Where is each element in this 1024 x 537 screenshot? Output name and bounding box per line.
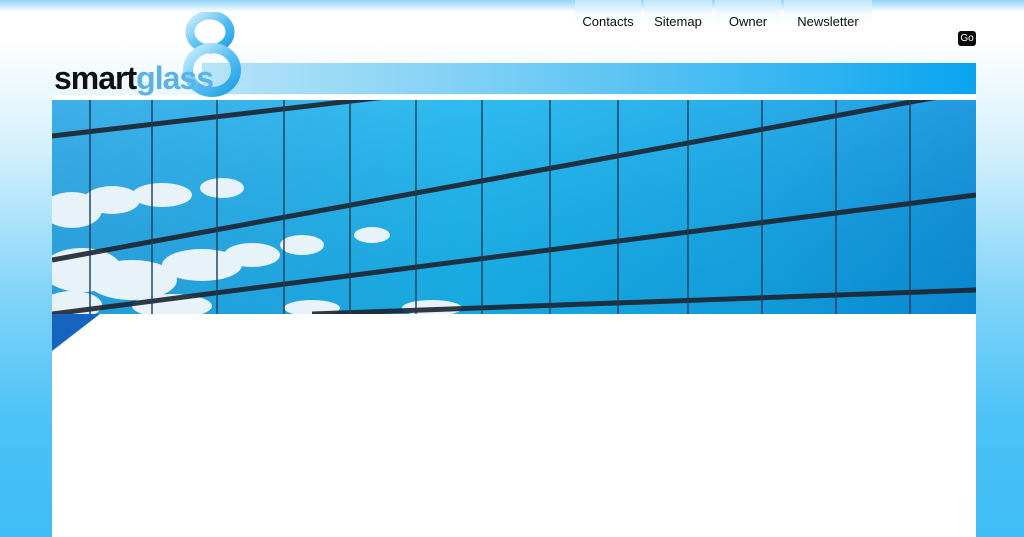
logo-text-glass: glass: [136, 60, 214, 96]
glass-building-facade-image: [52, 100, 976, 314]
nav-item-contacts[interactable]: Contacts: [575, 0, 641, 38]
page-container: smartglass Contacts Sitemap Owner Newsle…: [52, 0, 976, 537]
logo-wordmark: smartglass: [54, 60, 214, 97]
smartglass-logo[interactable]: smartglass: [52, 12, 252, 100]
header-band: [202, 63, 976, 94]
hero-banner: [52, 100, 976, 314]
nav-item-owner[interactable]: Owner: [715, 0, 781, 38]
go-button[interactable]: Go: [958, 31, 976, 46]
top-navigation: Contacts Sitemap Owner Newsletter: [575, 0, 875, 44]
nav-item-sitemap[interactable]: Sitemap: [644, 0, 712, 38]
nav-item-newsletter[interactable]: Newsletter: [784, 0, 872, 38]
logo-text-smart: smart: [54, 60, 137, 96]
corner-accent: [52, 314, 100, 351]
